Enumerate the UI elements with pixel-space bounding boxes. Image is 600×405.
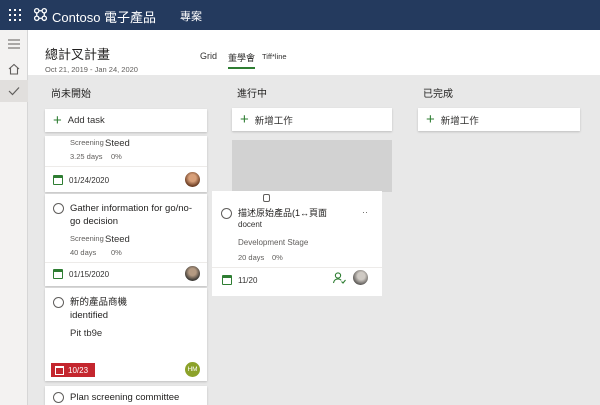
- home-icon[interactable]: [0, 58, 28, 80]
- left-rail: [0, 30, 28, 405]
- task-card[interactable]: Gather information for go/no-go decision…: [45, 194, 207, 286]
- avatar[interactable]: [353, 270, 368, 285]
- contoso-logo-icon: [33, 7, 48, 22]
- task-owner: Steed: [105, 234, 130, 245]
- add-task-button-completed[interactable]: + 新增工作: [418, 108, 580, 131]
- task-due-date: 01/15/2020: [69, 270, 110, 279]
- clip-icon: [263, 194, 270, 202]
- divider: [45, 166, 207, 167]
- task-title: 描述原始產品(1↔頁面: [238, 208, 328, 218]
- task-card[interactable]: Screening Steed 3.25 days 0% 01/24/2020: [45, 136, 207, 192]
- task-card[interactable]: 新的產品商機 identified Pit tb9e 10/23 HM: [45, 288, 207, 381]
- calendar-icon: [53, 269, 63, 279]
- bucket-completed-title[interactable]: 已完成: [423, 85, 453, 100]
- complete-task-checkbox[interactable]: [53, 392, 64, 403]
- plus-icon: +: [426, 111, 435, 128]
- add-task-label: 新增工作: [440, 115, 479, 127]
- add-task-label: Add task: [67, 115, 105, 126]
- complete-task-checkbox[interactable]: [53, 203, 64, 214]
- task-title: Gather information for go/no-go decision: [70, 203, 192, 227]
- plus-icon: +: [240, 111, 249, 128]
- top-bar: Contoso 電子產品 專案: [0, 0, 600, 30]
- projects-link[interactable]: 專案: [180, 8, 202, 24]
- task-label: Screening: [70, 138, 104, 147]
- task-duration: 20 days: [238, 253, 265, 262]
- task-label: Screening: [70, 234, 104, 243]
- calendar-icon: [55, 365, 64, 375]
- complete-task-checkbox[interactable]: [53, 297, 64, 308]
- plus-icon: +: [53, 112, 62, 129]
- avatar[interactable]: [185, 266, 200, 281]
- app-brand[interactable]: Contoso 電子產品: [52, 7, 156, 26]
- bucket-not-started-title[interactable]: 尚未開始: [51, 85, 91, 100]
- complete-task-checkbox[interactable]: [221, 208, 232, 219]
- task-progress: 0%: [272, 253, 283, 262]
- divider: [45, 262, 207, 263]
- add-task-button[interactable]: + Add task: [45, 109, 207, 132]
- more-options-icon[interactable]: ··: [362, 207, 368, 217]
- drop-placeholder: [232, 140, 392, 192]
- task-due-date: 10/23: [68, 365, 89, 375]
- task-subtitle: docent: [238, 220, 263, 229]
- task-owner: Pit tb9e: [70, 328, 103, 339]
- tab-board[interactable]: 董學會: [228, 51, 256, 69]
- task-duration: 40 days: [70, 248, 97, 257]
- divider: [212, 267, 382, 268]
- task-due-date: 01/24/2020: [69, 176, 110, 185]
- calendar-icon: [53, 175, 63, 185]
- plan-dates: Oct 21, 2019 - Jan 24, 2020: [45, 65, 138, 74]
- task-label: Development Stage: [238, 238, 309, 247]
- task-title: Plan screening committee: [70, 392, 180, 403]
- task-card[interactable]: Plan screening committee: [45, 386, 207, 405]
- overdue-date-badge: 10/23: [51, 363, 95, 377]
- tab-timeline[interactable]: Tiff*line: [262, 52, 287, 61]
- task-subtitle: identified: [70, 310, 109, 321]
- task-card-dragging[interactable]: 描述原始產品(1↔頁面 ·· docent Development Stage …: [212, 191, 382, 296]
- check-icon[interactable]: [0, 80, 28, 102]
- avatar[interactable]: HM: [185, 362, 200, 377]
- hamburger-icon[interactable]: [0, 33, 28, 55]
- checklist-icon: [222, 275, 232, 285]
- bucket-in-progress-title[interactable]: 進行中: [237, 85, 267, 100]
- task-owner: Steed: [105, 138, 130, 149]
- task-title: 新的產品商機: [70, 297, 128, 308]
- checklist-count: 11/20: [238, 276, 258, 285]
- task-progress: 0%: [111, 152, 122, 161]
- assign-person-icon[interactable]: [332, 271, 346, 285]
- task-progress: 0%: [111, 248, 122, 257]
- plan-title: 總計叉計畫: [45, 47, 111, 62]
- add-task-button-in-progress[interactable]: + 新增工作: [232, 108, 392, 131]
- waffle-icon[interactable]: [9, 9, 21, 21]
- task-duration: 3.25 days: [70, 152, 103, 161]
- add-task-label: 新增工作: [254, 115, 293, 127]
- avatar[interactable]: [185, 172, 200, 187]
- tab-grid[interactable]: Grid: [200, 51, 217, 61]
